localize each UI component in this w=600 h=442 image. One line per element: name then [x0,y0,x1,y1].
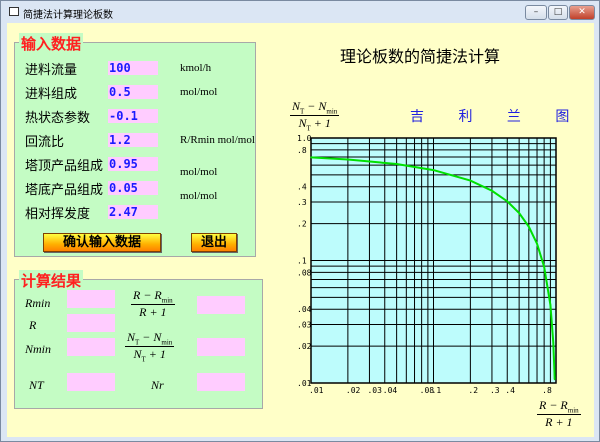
x-tick-label: .2 [468,386,478,395]
curve-point [347,158,349,161]
curve-point [552,341,555,344]
y-tick-label: .04 [297,305,312,314]
x-tick-label: .02 [346,386,361,395]
y-tick-label: .08 [297,268,312,277]
window-title: 简捷法计算理论板数 [23,10,113,21]
curve-point [543,265,545,268]
curve-point [536,242,538,245]
close-button[interactable]: ✕ [569,5,595,20]
minimize-button[interactable]: – [525,5,547,20]
curve-point [432,169,435,171]
x-tick-label: .8 [542,386,552,395]
app-window: 简捷法计算理论板数 – □ ✕ 输入数据 进料流量 100 kmol/h 进料组成… [0,0,600,442]
curve-point [310,156,312,159]
x-tick-label: .4 [505,386,515,395]
curve-point [553,369,556,371]
gilliland-chart: .01.02.03.04.08.1.2.3.4.81.0.8.4.3.2.1.0… [297,134,557,395]
curve-point [506,200,509,203]
curve-point [518,212,520,214]
maximize-button[interactable]: □ [548,5,568,20]
y-tick-label: .01 [297,379,312,388]
curve-point [491,189,493,192]
y-tick-label: .1 [297,257,307,266]
title-bar: 简捷法计算理论板数 – □ ✕ [1,1,599,23]
y-tick-label: .4 [297,183,307,192]
x-tick-label: .3 [490,386,500,395]
curve-point [553,378,556,381]
curve-point [528,225,530,228]
y-tick-label: .2 [297,220,307,229]
x-tick-label: .04 [383,386,398,395]
y-tick-label: .02 [297,342,312,351]
app-icon [9,7,19,16]
x-tick-label: .1 [432,386,442,395]
y-tick-label: 1.0 [297,134,312,143]
curve-point [395,163,398,165]
y-tick-label: .03 [297,321,312,330]
y-tick-label: .3 [297,198,307,207]
y-tick-label: .8 [297,146,307,155]
client-area: 输入数据 进料流量 100 kmol/h 进料组成 0.5 mol/mol 热状态参… [7,23,594,437]
curve-point [469,179,472,182]
x-tick-label: .03 [367,386,382,395]
curve-point [549,303,552,306]
